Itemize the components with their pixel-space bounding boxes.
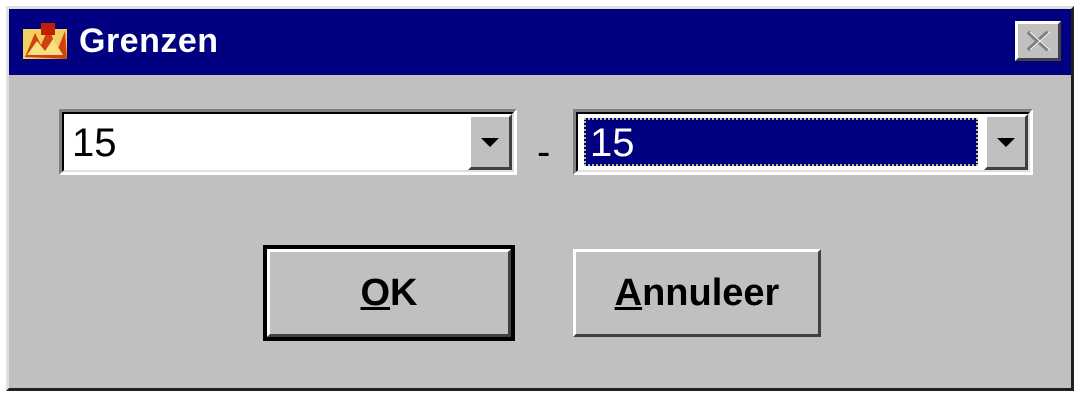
from-combobox-field[interactable]: 15 (62, 112, 514, 172)
cancel-button[interactable]: Annuleer (573, 249, 821, 337)
to-dropdown-button[interactable] (984, 114, 1028, 170)
to-value: 15 (584, 118, 978, 166)
range-separator: - (537, 130, 551, 174)
chevron-down-icon (481, 137, 499, 147)
chevron-down-icon (997, 137, 1015, 147)
ok-button[interactable]: OK (263, 245, 515, 341)
close-button[interactable] (1015, 21, 1061, 61)
from-value: 15 (72, 121, 117, 165)
title-bar[interactable]: Grenzen (9, 9, 1071, 75)
dialog-window: Grenzen 15 - 15 OK Annuleer (6, 6, 1074, 391)
window-title: Grenzen (79, 22, 219, 60)
to-combobox[interactable]: 15 (573, 109, 1033, 175)
from-combobox[interactable]: 15 (59, 109, 517, 175)
app-logo-icon[interactable] (21, 21, 71, 63)
close-icon (1026, 30, 1051, 52)
cancel-label: Annuleer (614, 271, 780, 314)
to-combobox-field[interactable]: 15 (576, 112, 1030, 172)
from-dropdown-button[interactable] (468, 114, 512, 170)
ok-label: OK (360, 271, 418, 314)
